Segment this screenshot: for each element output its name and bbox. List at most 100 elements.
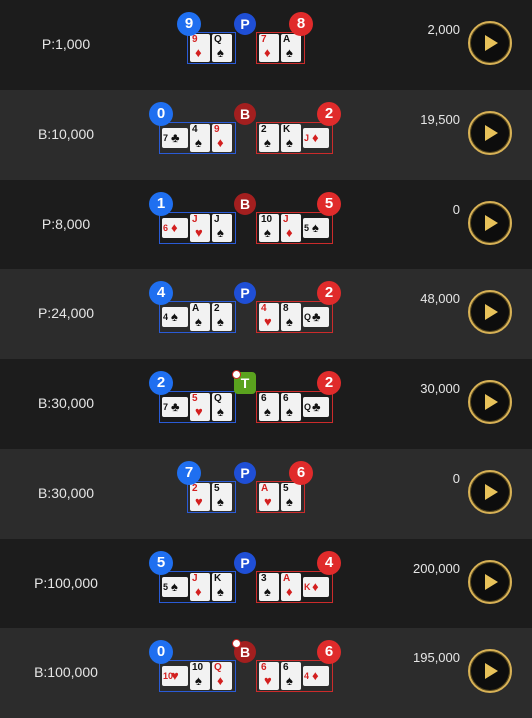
card-rank: J [304,133,310,143]
player-score: 4 [149,281,173,305]
winner-badge: P [234,462,256,484]
card-suit-icon: ♣ [312,399,321,414]
card-rank: 5 [192,393,198,404]
card-rank: 6 [163,223,169,233]
banker-score: 6 [317,640,341,664]
card-suit-icon: ♥ [195,494,203,509]
card-suit-icon: ♦ [312,130,319,145]
card-rank: 5 [214,483,220,494]
winner-badge: P [234,13,256,35]
payout-amount: 48,000 [420,291,460,306]
replay-button[interactable] [468,201,512,245]
card-suit-icon: ♠ [264,135,271,150]
card-suit-icon: ♥ [264,494,272,509]
history-row: B:10,000 7 ♣ 4 ♠ 9 ♦ 2 ♠ K ♠ J ♦ 0 2 B 19,500 [0,90,532,180]
playing-card: J ♦ [281,214,301,242]
playing-card: 4 ♠ [162,307,188,327]
replay-button[interactable] [468,649,512,693]
card-rank: A [283,34,291,45]
card-suit-icon: ♠ [217,45,224,60]
card-rank: 2 [261,124,267,135]
banker-score: 2 [317,102,341,126]
card-suit-icon: ♠ [217,404,224,419]
history-row: B:30,000 7 ♣ 5 ♥ Q ♠ 6 ♠ 6 ♠ Q ♣ 2 2 T 30,000 [0,359,532,449]
playing-card: 2 ♠ [259,124,279,152]
player-score: 7 [177,461,201,485]
card-suit-icon: ♠ [264,404,271,419]
payout-amount: 200,000 [413,561,460,576]
card-suit-icon: ♠ [312,220,319,235]
playing-card: 6 ♥ [259,662,279,690]
playing-card: Q ♦ [212,662,232,690]
playing-card: 5 ♥ [190,393,210,421]
card-suit-icon: ♦ [171,220,178,235]
replay-button[interactable] [468,21,512,65]
player-hand: 2 ♥ 5 ♠ [187,481,236,513]
card-rank: K [283,124,291,135]
history-row: P:24,000 4 ♠ A ♠ 2 ♠ 4 ♥ 8 ♠ Q ♣ 4 2 P 48,000 [0,269,532,359]
replay-button[interactable] [468,111,512,155]
winner-badge: B [234,103,256,125]
banker-hand: 3 ♠ A ♦ K ♦ [256,571,333,603]
card-rank: 6 [283,393,289,404]
playing-card: 10 ♠ [190,662,210,690]
replay-button[interactable] [468,470,512,514]
playing-card: 6 ♠ [281,662,301,690]
player-hand: 5 ♠ J ♦ K ♠ [159,571,236,603]
player-hand: 7 ♣ 5 ♥ Q ♠ [159,391,236,423]
playing-card: Q ♣ [303,307,329,327]
playing-card: K ♠ [281,124,301,152]
banker-hand: 6 ♠ 6 ♠ Q ♣ [256,391,333,423]
card-rank: 5 [283,483,289,494]
banker-score: 5 [317,192,341,216]
card-rank: 5 [163,582,169,592]
playing-card: J ♠ [212,214,232,242]
player-score: 2 [149,371,173,395]
card-rank: Q [214,662,222,673]
playing-card: K ♠ [212,573,232,601]
card-rank: 2 [192,483,198,494]
playing-card: 7 ♣ [162,128,188,148]
replay-button[interactable] [468,290,512,334]
card-rank: 8 [283,303,289,314]
card-suit-icon: ♣ [312,309,321,324]
card-suit-icon: ♠ [286,45,293,60]
card-suit-icon: ♠ [286,314,293,329]
playing-card: 6 ♦ [162,218,188,238]
card-rank: 4 [192,124,198,135]
banker-score: 8 [289,12,313,36]
playing-card: 4 ♠ [190,124,210,152]
history-row: P:8,000 6 ♦ J ♥ J ♠ 10 ♠ J ♦ 5 ♠ 1 5 B 0 [0,180,532,269]
card-suit-icon: ♥ [195,404,203,419]
card-rank: 3 [261,573,267,584]
banker-hand: 2 ♠ K ♠ J ♦ [256,122,333,154]
banker-hand: 4 ♥ 8 ♠ Q ♣ [256,301,333,333]
playing-card: Q ♠ [212,34,232,62]
player-hand: 6 ♦ J ♥ J ♠ [159,212,236,244]
card-rank: 9 [192,34,198,45]
banker-score: 2 [317,371,341,395]
winner-badge: B [234,193,256,215]
card-rank: J [192,573,198,584]
playing-card: 7 ♣ [162,397,188,417]
card-suit-icon: ♠ [264,584,271,599]
bet-amount: B:10,000 [37,126,95,142]
card-rank: A [192,303,200,314]
card-rank: 4 [163,312,169,322]
playing-card: 6 ♠ [281,393,301,421]
replay-button[interactable] [468,560,512,604]
payout-amount: 195,000 [413,650,460,665]
card-rank: 10 [261,214,273,225]
card-suit-icon: ♠ [195,673,202,688]
banker-hand: 6 ♥ 6 ♠ 4 ♦ [256,660,333,692]
replay-button[interactable] [468,380,512,424]
banker-score: 6 [289,461,313,485]
card-suit-icon: ♥ [171,668,179,683]
card-rank: Q [304,402,312,412]
card-rank: A [283,573,291,584]
banker-hand: 7 ♦ A ♠ [256,32,305,64]
playing-card: 2 ♠ [212,303,232,331]
card-rank: Q [214,34,222,45]
card-suit-icon: ♦ [195,45,202,60]
winner-badge: P [234,282,256,304]
